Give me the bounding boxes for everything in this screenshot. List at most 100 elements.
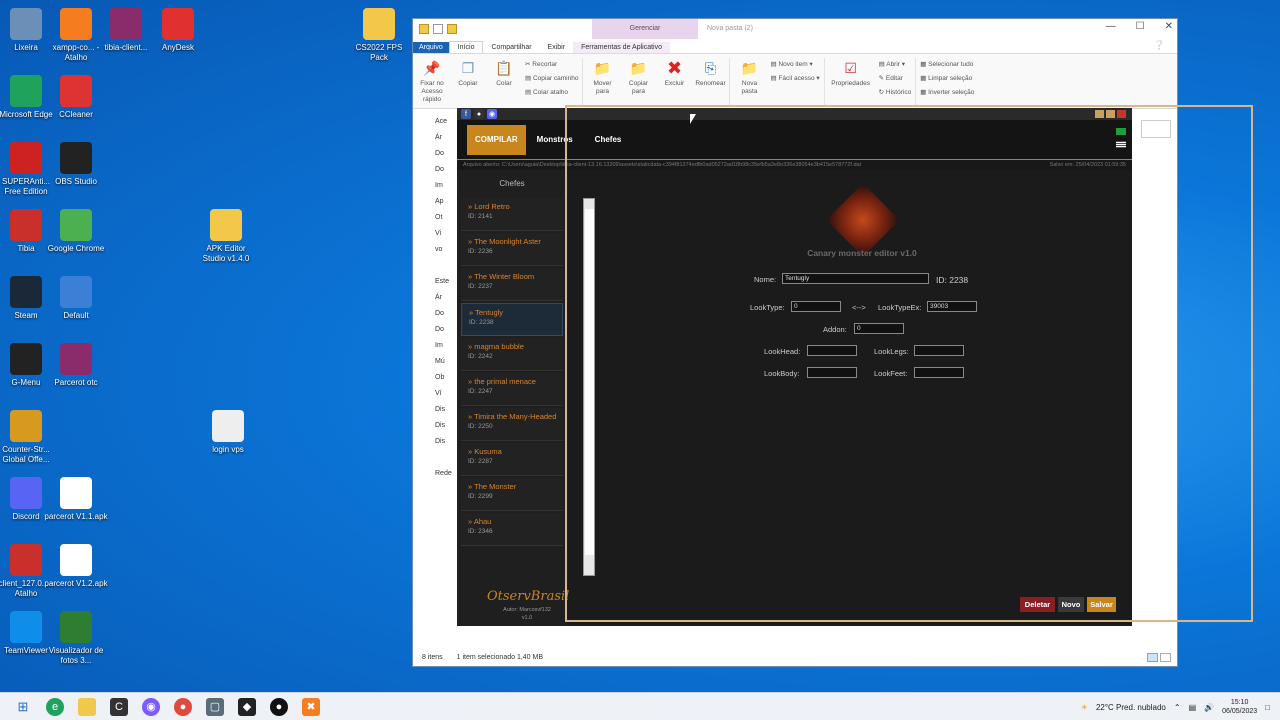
tibia-icon[interactable]: ●	[270, 697, 288, 716]
close-icon[interactable]: ✕	[1165, 21, 1173, 32]
desktop-icon[interactable]: Parcerot otc	[44, 343, 108, 388]
discord-icon[interactable]: ◉	[142, 697, 160, 716]
file-explorer-icon[interactable]	[78, 697, 96, 716]
app-icon[interactable]: ▢	[206, 697, 224, 716]
desktop-icon[interactable]: Visualizador de fotos 3...	[44, 611, 108, 666]
monster-list-item[interactable]: » The Monster ID: 2299	[461, 478, 563, 511]
desktop-icon[interactable]: Default	[44, 276, 108, 321]
cut-button[interactable]: ✂ Recortar	[525, 58, 578, 72]
monster-list-item[interactable]: » Kusuma ID: 2287	[461, 443, 563, 476]
edge-icon[interactable]: e	[46, 697, 64, 716]
desktop-icon[interactable]: AnyDesk	[146, 8, 210, 53]
paste-shortcut-button[interactable]: ▤ Colar atalho	[525, 86, 578, 100]
looklegs-label: LookLegs:	[874, 347, 909, 356]
chevron-up-icon[interactable]: ⌃	[1174, 703, 1181, 712]
search-box[interactable]	[1141, 120, 1171, 138]
lookbody-field[interactable]	[807, 367, 857, 378]
tab-compartilhar[interactable]: Compartilhar	[483, 42, 539, 53]
edit-button[interactable]: ✎ Editar	[879, 72, 912, 86]
copy-path-button[interactable]: ▤ Copiar caminho	[525, 72, 578, 86]
delete-button[interactable]: Deletar	[1020, 597, 1055, 612]
addon-field[interactable]: 0	[854, 323, 904, 334]
xampp-icon[interactable]: ✖	[302, 697, 320, 716]
brazil-flag-icon[interactable]	[1116, 128, 1126, 135]
move-to-button[interactable]: 📁 Mover para	[587, 58, 617, 96]
open-button[interactable]: ▤ Abrir ▾	[879, 58, 912, 72]
large-icons-view-icon[interactable]	[1160, 652, 1171, 662]
monster-list-item[interactable]: » magma bubble ID: 2242	[461, 338, 563, 371]
checkbox-icon[interactable]	[433, 24, 443, 34]
menu-chefes[interactable]: Chefes	[595, 135, 622, 144]
facebook-icon[interactable]: f	[461, 109, 471, 119]
list-scrollbar[interactable]	[583, 198, 595, 576]
tab-ferramentas-aplicativo[interactable]: Ferramentas de Aplicativo	[573, 42, 670, 53]
desktop-icon[interactable]: login vps	[196, 410, 260, 455]
notifications-icon[interactable]: □	[1265, 703, 1270, 712]
select-all-button[interactable]: ▦ Selecionar tudo	[920, 58, 974, 72]
network-icon[interactable]: ▤	[1189, 703, 1197, 712]
clear-selection-button[interactable]: ▦ Limpar seleção	[920, 72, 974, 86]
monster-list-item[interactable]: » Tentugly ID: 2238	[461, 303, 563, 336]
desktop-icon[interactable]: OBS Studio	[44, 142, 108, 187]
copy-to-button[interactable]: 📁 Copiar para	[623, 58, 653, 96]
desktop-icon[interactable]: Google Chrome	[44, 209, 108, 254]
copy-button[interactable]: ❐ Copiar	[453, 58, 483, 88]
ccleaner-icon[interactable]: C	[110, 697, 128, 716]
new-folder-button[interactable]: 📁 Nova pasta	[734, 58, 764, 96]
desktop-icon[interactable]: CS2022 FPS Pack	[347, 8, 411, 63]
monster-id: ID: 2346	[468, 528, 493, 535]
chrome-icon[interactable]: ●	[174, 697, 192, 716]
maximize-icon[interactable]	[1106, 110, 1115, 118]
monster-id: ID: 2141	[468, 213, 493, 220]
easy-access-button[interactable]: ▤ Fácil acesso ▾	[770, 72, 819, 86]
rename-button[interactable]: ⎘ Renomear	[695, 58, 725, 88]
weather-text[interactable]: 22°C Pred. nublado	[1096, 703, 1166, 712]
details-view-icon[interactable]	[1147, 652, 1158, 662]
discord-icon[interactable]: ◉	[487, 109, 497, 119]
canary-icon[interactable]: ◆	[238, 697, 256, 716]
desktop-icon[interactable]: parcerot V1.1.apk	[44, 477, 108, 522]
looktypeex-field[interactable]: 39003	[927, 301, 977, 312]
tab-arquivo[interactable]: Arquivo	[413, 42, 449, 53]
looktype-field[interactable]: 0	[791, 301, 841, 312]
new-button[interactable]: Novo	[1058, 597, 1084, 612]
new-item-button[interactable]: ▤ Novo item ▾	[770, 58, 819, 72]
properties-button[interactable]: ☑ Propriedades	[829, 58, 873, 88]
name-field[interactable]: Tentugly	[782, 273, 929, 284]
scroll-thumb[interactable]	[585, 209, 594, 555]
save-button[interactable]: Salvar	[1087, 597, 1116, 612]
minimize-icon[interactable]: —	[1106, 21, 1116, 32]
monster-list-item[interactable]: » Ahau ID: 2346	[461, 513, 563, 546]
help-icon[interactable]: ❔	[1146, 38, 1173, 53]
monster-list-item[interactable]: » the primal menace ID: 2247	[461, 373, 563, 406]
desktop-icon[interactable]: CCleaner	[44, 75, 108, 120]
monster-list-item[interactable]: » The Winter Bloom ID: 2237	[461, 268, 563, 301]
desktop-icon[interactable]: parcerot V1.2.apk	[44, 544, 108, 589]
github-icon[interactable]: ●	[474, 109, 484, 119]
compile-button[interactable]: COMPILAR	[467, 124, 526, 155]
close-icon[interactable]	[1117, 110, 1126, 118]
tab-inicio[interactable]: Início	[448, 41, 484, 53]
paste-button[interactable]: 📋 Colar	[489, 58, 519, 88]
looklegs-field[interactable]	[914, 345, 964, 356]
desktop-icon[interactable]: APK Editor Studio v1.4.0	[194, 209, 258, 264]
windows-start-icon[interactable]: ⊞	[14, 698, 32, 716]
usa-flag-icon[interactable]	[1116, 141, 1126, 148]
history-button[interactable]: ↻ Histórico	[879, 86, 912, 100]
pin-quick-access-button[interactable]: 📌 Fixar no Acesso rápido	[417, 58, 447, 104]
lookhead-field[interactable]	[807, 345, 857, 356]
monster-list-item[interactable]: » Lord Retro ID: 2141	[461, 198, 563, 231]
volume-icon[interactable]: 🔊	[1204, 703, 1214, 712]
lookfeet-field[interactable]	[914, 367, 964, 378]
delete-button[interactable]: ✖ Excluir	[659, 58, 689, 88]
manage-contextual-tab[interactable]: Gerenciar	[592, 19, 698, 39]
desktop-icon[interactable]: Counter-Str... Global Offe...	[0, 410, 58, 465]
monster-list-item[interactable]: » The Moonlight Aster ID: 2236	[461, 233, 563, 266]
tab-exibir[interactable]: Exibir	[540, 42, 574, 53]
maximize-icon[interactable]: ☐	[1136, 21, 1145, 32]
minimize-icon[interactable]	[1095, 110, 1104, 118]
menu-monstros[interactable]: Monstros	[537, 135, 573, 144]
invert-selection-button[interactable]: ▦ Inverter seleção	[920, 86, 974, 100]
monster-list-item[interactable]: » Timira the Many-Headed ID: 2250	[461, 408, 563, 441]
clock[interactable]: 15:10 06/05/2023	[1222, 698, 1257, 716]
